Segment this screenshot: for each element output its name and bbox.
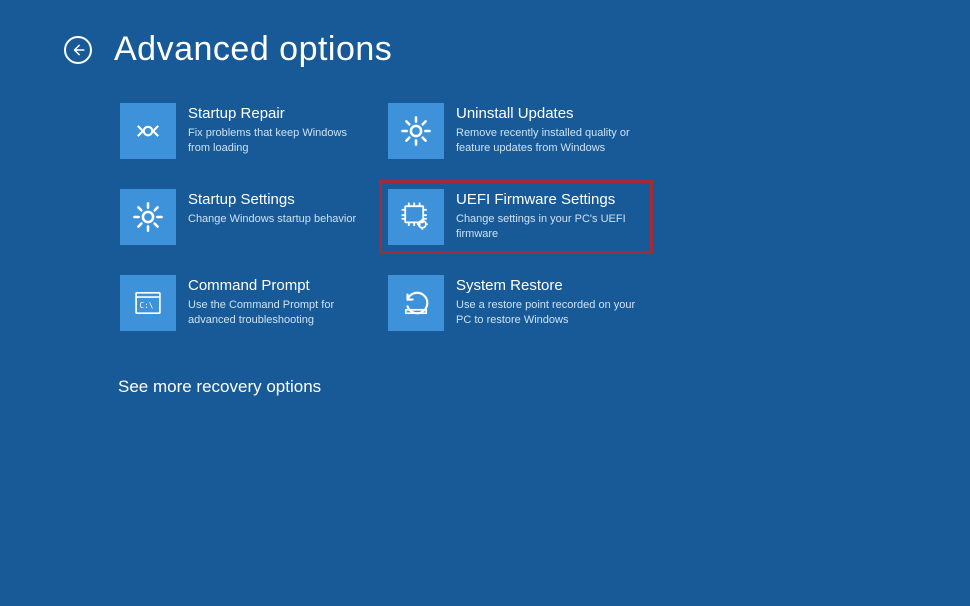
option-desc: Remove recently installed quality or fea… bbox=[456, 126, 636, 156]
startup-repair-icon bbox=[120, 103, 176, 159]
option-title: Startup Settings bbox=[188, 191, 356, 208]
option-title: UEFI Firmware Settings bbox=[456, 191, 636, 208]
option-command-prompt[interactable]: C:\ Command Prompt Use the Command Promp… bbox=[118, 273, 378, 333]
terminal-icon: C:\ bbox=[120, 275, 176, 331]
option-title: Uninstall Updates bbox=[456, 105, 636, 122]
gear-icon bbox=[120, 189, 176, 245]
option-desc: Use the Command Prompt for advanced trou… bbox=[188, 298, 368, 328]
options-grid: Startup Repair Fix problems that keep Wi… bbox=[118, 101, 970, 333]
chip-gear-icon bbox=[388, 189, 444, 245]
header: Advanced options bbox=[0, 0, 970, 69]
option-startup-settings[interactable]: Startup Settings Change Windows startup … bbox=[118, 187, 378, 247]
arrow-left-icon bbox=[71, 43, 85, 57]
restore-icon bbox=[388, 275, 444, 331]
see-more-recovery-options[interactable]: See more recovery options bbox=[118, 377, 970, 397]
option-desc: Use a restore point recorded on your PC … bbox=[456, 298, 636, 328]
option-desc: Change Windows startup behavior bbox=[188, 212, 356, 227]
option-title: System Restore bbox=[456, 277, 636, 294]
gear-icon bbox=[388, 103, 444, 159]
option-startup-repair[interactable]: Startup Repair Fix problems that keep Wi… bbox=[118, 101, 378, 161]
option-system-restore[interactable]: System Restore Use a restore point recor… bbox=[386, 273, 646, 333]
option-title: Startup Repair bbox=[188, 105, 368, 122]
option-title: Command Prompt bbox=[188, 277, 368, 294]
option-uefi-firmware[interactable]: UEFI Firmware Settings Change settings i… bbox=[386, 187, 646, 247]
option-uninstall-updates[interactable]: Uninstall Updates Remove recently instal… bbox=[386, 101, 646, 161]
option-desc: Fix problems that keep Windows from load… bbox=[188, 126, 368, 156]
option-desc: Change settings in your PC's UEFI firmwa… bbox=[456, 212, 636, 242]
svg-text:C:\: C:\ bbox=[140, 301, 154, 310]
back-button[interactable] bbox=[64, 36, 92, 64]
page-title: Advanced options bbox=[114, 30, 392, 69]
